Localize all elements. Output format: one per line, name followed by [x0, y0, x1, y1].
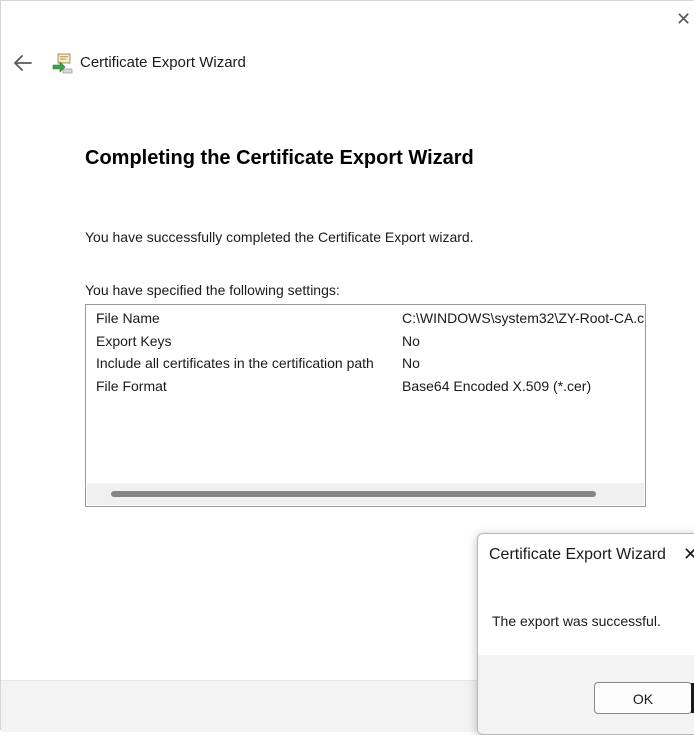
settings-key: File Format — [96, 378, 167, 394]
settings-row-file-format: File Format Base64 Encoded X.509 (*.cer) — [86, 375, 645, 397]
success-message: You have successfully completed the Cert… — [85, 229, 474, 245]
wizard-title: Certificate Export Wizard — [80, 54, 246, 71]
wizard-close-icon[interactable]: ✕ — [676, 7, 694, 31]
settings-row-file-name: File Name C:\WINDOWS\system32\ZY-Root-CA… — [86, 307, 645, 329]
horizontal-scrollbar[interactable] — [87, 483, 644, 505]
settings-key: File Name — [96, 310, 160, 326]
back-arrow-icon[interactable] — [11, 51, 35, 75]
dialog-close-icon[interactable]: ✕ — [683, 544, 694, 565]
settings-value: C:\WINDOWS\system32\ZY-Root-CA.c — [402, 310, 645, 326]
settings-key: Include all certificates in the certific… — [96, 355, 374, 371]
settings-key: Export Keys — [96, 333, 172, 349]
settings-label: You have specified the following setting… — [85, 282, 340, 298]
certificate-icon — [50, 51, 74, 75]
settings-value: No — [402, 355, 420, 371]
page-title: Completing the Certificate Export Wizard — [85, 147, 474, 169]
settings-list[interactable]: File Name C:\WINDOWS\system32\ZY-Root-CA… — [85, 304, 646, 507]
settings-row-include-all-certificates: Include all certificates in the certific… — [86, 352, 645, 374]
scrollbar-thumb[interactable] — [111, 491, 596, 497]
export-success-dialog: Certificate Export Wizard ✕ The export w… — [477, 533, 694, 735]
dialog-title: Certificate Export Wizard — [489, 546, 666, 563]
settings-value: No — [402, 333, 420, 349]
dialog-message: The export was successful. — [492, 613, 661, 629]
ok-button[interactable]: OK — [594, 682, 692, 714]
settings-row-export-keys: Export Keys No — [86, 330, 645, 352]
settings-value: Base64 Encoded X.509 (*.cer) — [402, 378, 592, 394]
